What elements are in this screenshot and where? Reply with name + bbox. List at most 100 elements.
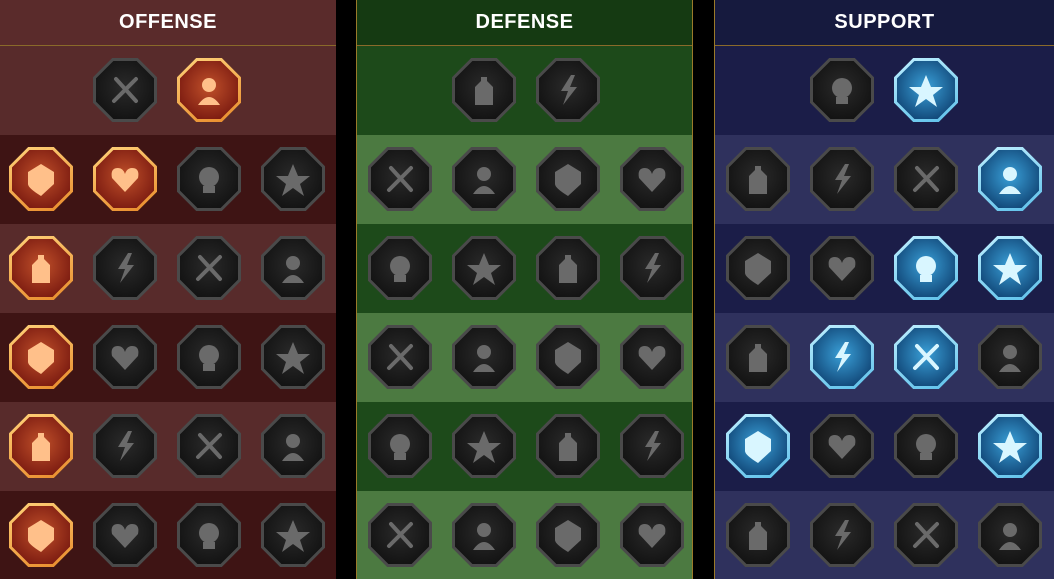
- shadow-figures-icon: [981, 239, 1039, 297]
- defense-talent-node[interactable]: [620, 236, 684, 300]
- offense-talent-node[interactable]: [261, 325, 325, 389]
- defense-talent-node[interactable]: [452, 58, 516, 122]
- offense-talent-node[interactable]: [93, 414, 157, 478]
- arrow-impact-icon: [12, 417, 70, 475]
- demon-icon: [12, 150, 70, 208]
- offense-talent-node[interactable]: [93, 325, 157, 389]
- defense-talent-node[interactable]: [536, 58, 600, 122]
- defense-talent-node[interactable]: [620, 503, 684, 567]
- blood-sword-icon: [12, 328, 70, 386]
- armored-beast-icon: [371, 506, 429, 564]
- support-talent-node[interactable]: [894, 58, 958, 122]
- offense-talent-node[interactable]: [177, 325, 241, 389]
- support-talent-node[interactable]: [810, 325, 874, 389]
- offense-talent-node[interactable]: [9, 503, 73, 567]
- offense-talent-node[interactable]: [261, 414, 325, 478]
- defense-talent-node[interactable]: [452, 414, 516, 478]
- defense-tier-0: [357, 46, 692, 135]
- defense-talent-node[interactable]: [536, 325, 600, 389]
- support-tier-0: [715, 46, 1054, 135]
- offense-talent-node[interactable]: [177, 236, 241, 300]
- support-talent-node[interactable]: [978, 414, 1042, 478]
- offense-talent-node[interactable]: [9, 236, 73, 300]
- support-talent-node[interactable]: [894, 236, 958, 300]
- support-talent-node[interactable]: [810, 503, 874, 567]
- defense-talent-node[interactable]: [620, 147, 684, 211]
- eagle-icon: [981, 506, 1039, 564]
- heart-plus-icon: [813, 61, 871, 119]
- offense-talent-node[interactable]: [93, 236, 157, 300]
- defense-talent-node[interactable]: [620, 325, 684, 389]
- defense-talent-node[interactable]: [368, 503, 432, 567]
- knight-shield-icon: [455, 239, 513, 297]
- support-talent-node[interactable]: [726, 325, 790, 389]
- offense-talent-node[interactable]: [261, 236, 325, 300]
- offense-tier-0: [0, 46, 336, 135]
- dagger-slash-icon: [180, 61, 238, 119]
- offense-rows: [0, 46, 336, 579]
- skull-beam-icon: [539, 506, 597, 564]
- support-talent-node[interactable]: [894, 503, 958, 567]
- support-talent-node[interactable]: [726, 414, 790, 478]
- defense-talent-node[interactable]: [536, 503, 600, 567]
- defense-talent-node[interactable]: [368, 236, 432, 300]
- offense-talent-node[interactable]: [93, 58, 157, 122]
- defense-talent-node[interactable]: [536, 236, 600, 300]
- support-tier-5: [715, 491, 1054, 579]
- support-talent-node[interactable]: [810, 414, 874, 478]
- defense-talent-node[interactable]: [452, 236, 516, 300]
- defense-tier-3: [357, 313, 692, 402]
- defense-talent-node[interactable]: [536, 414, 600, 478]
- dash-runner-icon: [371, 417, 429, 475]
- support-talent-node[interactable]: [726, 147, 790, 211]
- support-talent-node[interactable]: [978, 236, 1042, 300]
- offense-talent-node[interactable]: [177, 414, 241, 478]
- defense-talent-node[interactable]: [452, 147, 516, 211]
- defense-talent-node[interactable]: [452, 325, 516, 389]
- axe-icon: [180, 328, 238, 386]
- offense-tier-1: [0, 135, 336, 224]
- heart-fist-icon: [539, 239, 597, 297]
- defense-talent-node[interactable]: [368, 414, 432, 478]
- offense-talent-node[interactable]: [177, 58, 241, 122]
- defense-talent-node[interactable]: [536, 147, 600, 211]
- offense-talent-node[interactable]: [9, 147, 73, 211]
- raised-fist-icon: [539, 61, 597, 119]
- support-talent-node[interactable]: [894, 147, 958, 211]
- sword-sparkle-icon: [12, 506, 70, 564]
- potion-icon: [729, 506, 787, 564]
- offense-talent-node[interactable]: [261, 503, 325, 567]
- spiked-skull-icon: [264, 506, 322, 564]
- bleeding-heart-icon: [264, 150, 322, 208]
- support-tier-4: [715, 402, 1054, 491]
- offense-talent-node[interactable]: [177, 503, 241, 567]
- chain-lightning-icon: [264, 328, 322, 386]
- support-talent-node[interactable]: [894, 414, 958, 478]
- support-talent-node[interactable]: [726, 503, 790, 567]
- defense-talent-node[interactable]: [452, 503, 516, 567]
- support-talent-node[interactable]: [978, 503, 1042, 567]
- support-talent-node[interactable]: [894, 325, 958, 389]
- offense-tier-2: [0, 224, 336, 313]
- support-talent-node[interactable]: [810, 58, 874, 122]
- shield-arrow-icon: [180, 150, 238, 208]
- sword-ring-icon: [180, 417, 238, 475]
- armor-plates-icon: [455, 61, 513, 119]
- offense-talent-node[interactable]: [177, 147, 241, 211]
- defense-tier-1: [357, 135, 692, 224]
- support-talent-node[interactable]: [726, 236, 790, 300]
- support-talent-node[interactable]: [978, 325, 1042, 389]
- defense-talent-node[interactable]: [620, 414, 684, 478]
- defense-talent-node[interactable]: [368, 147, 432, 211]
- offense-talent-node[interactable]: [9, 325, 73, 389]
- offense-talent-node[interactable]: [93, 503, 157, 567]
- support-talent-node[interactable]: [810, 236, 874, 300]
- offense-talent-node[interactable]: [261, 147, 325, 211]
- support-talent-node[interactable]: [810, 147, 874, 211]
- offense-talent-node[interactable]: [93, 147, 157, 211]
- offense-talent-node[interactable]: [9, 414, 73, 478]
- arrows-wound-icon: [12, 239, 70, 297]
- support-talent-node[interactable]: [978, 147, 1042, 211]
- defense-talent-node[interactable]: [368, 325, 432, 389]
- hand-blade-icon: [264, 239, 322, 297]
